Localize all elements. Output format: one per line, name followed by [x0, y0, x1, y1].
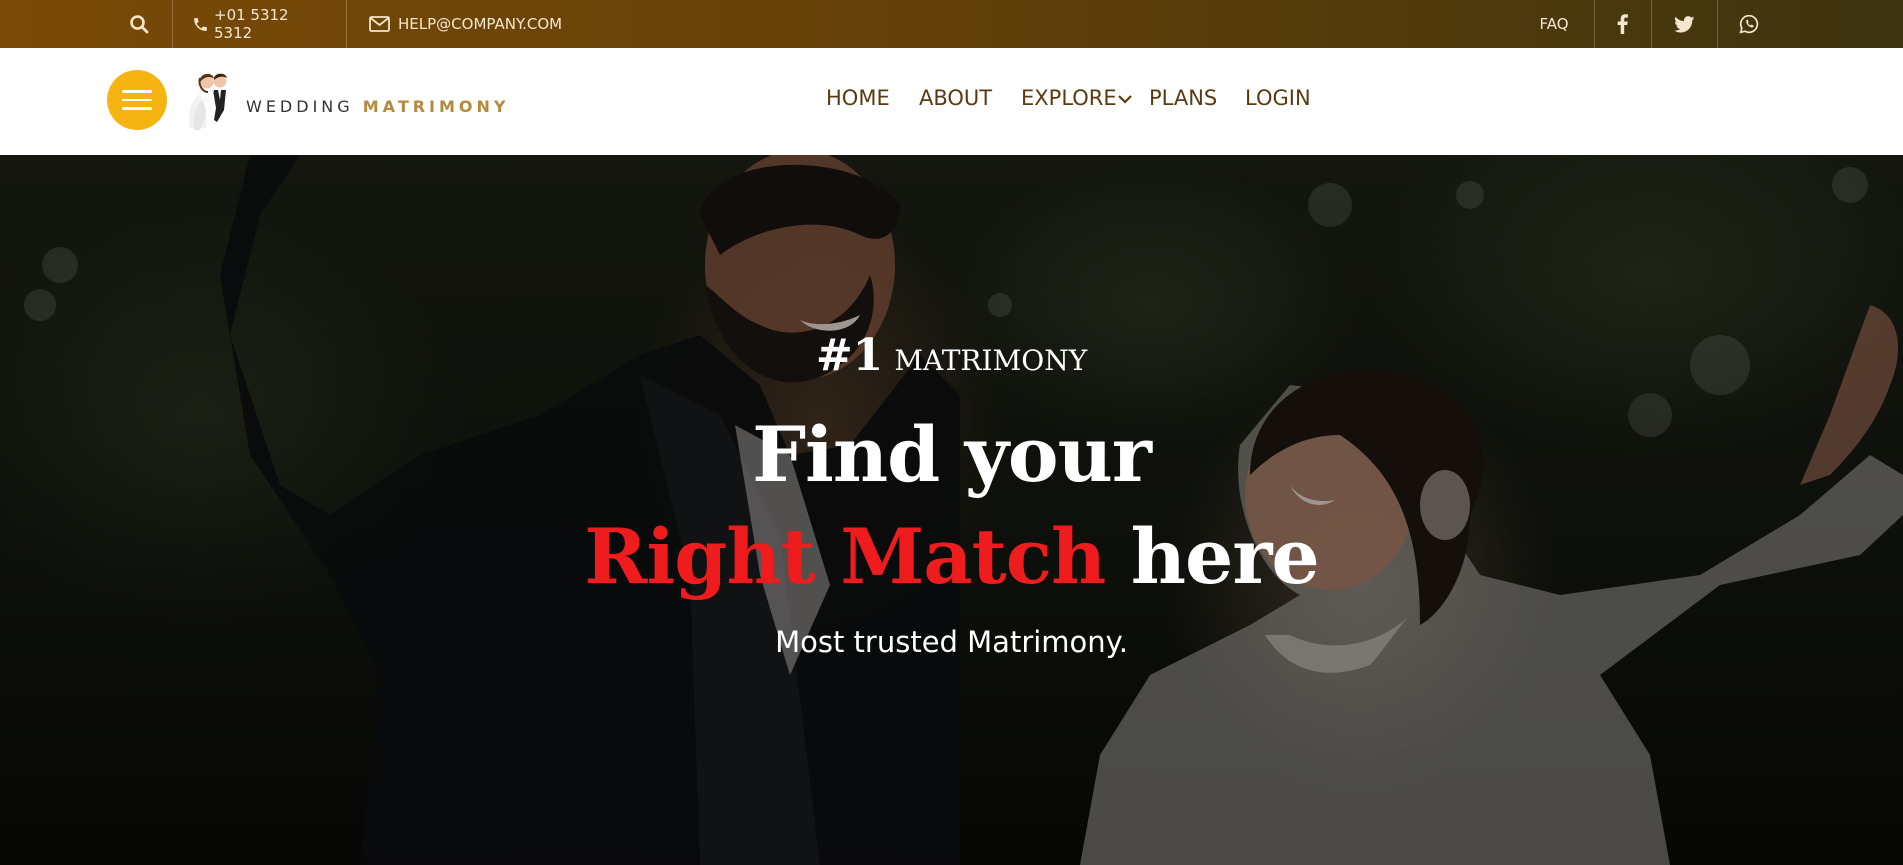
hero-banner: #1 MATRIMONY Find your Right Match here …: [0, 155, 1903, 865]
main-nav: HOME ABOUT EXPLORE PLANS LOGIN: [0, 48, 1903, 155]
nav-about[interactable]: ABOUT: [919, 86, 992, 110]
hero-headline-rest: here: [1130, 512, 1320, 601]
search-button[interactable]: [115, 0, 163, 48]
hero-tagline: #1 MATRIMONY: [0, 330, 1903, 381]
email-address: HELP@COMPANY.COM: [398, 15, 563, 33]
hero-subtitle: Most trusted Matrimony.: [775, 625, 1128, 659]
top-bar: +01 5312 5312 HELP@COMPANY.COM FAQ: [0, 0, 1903, 48]
hero-content: #1 MATRIMONY Find your Right Match here …: [0, 155, 1903, 865]
divider: [172, 0, 173, 48]
whatsapp-icon: [1739, 14, 1759, 34]
nav-explore[interactable]: EXPLORE: [1021, 86, 1117, 110]
hero-headline-line1: Find your: [752, 410, 1152, 499]
hero-rank: #1: [815, 330, 884, 381]
email-link[interactable]: HELP@COMPANY.COM: [369, 0, 589, 48]
twitter-link[interactable]: [1652, 0, 1716, 48]
divider: [346, 0, 347, 48]
phone-link[interactable]: +01 5312 5312: [192, 0, 326, 48]
mail-icon: [369, 16, 390, 32]
search-icon: [129, 14, 149, 34]
facebook-link[interactable]: [1595, 0, 1650, 48]
phone-number: +01 5312 5312: [214, 6, 289, 42]
hero-label: MATRIMONY: [894, 344, 1088, 377]
faq-link[interactable]: FAQ: [1524, 0, 1584, 48]
whatsapp-link[interactable]: [1718, 0, 1780, 48]
nav-plans[interactable]: PLANS: [1149, 86, 1217, 110]
phone-icon: [192, 16, 209, 33]
nav-home[interactable]: HOME: [826, 86, 890, 110]
chevron-down-icon[interactable]: [1117, 93, 1133, 105]
twitter-icon: [1673, 15, 1695, 33]
hero-headline-line2: Right Match here: [0, 507, 1903, 607]
nav-login[interactable]: LOGIN: [1245, 86, 1311, 110]
facebook-icon: [1617, 14, 1628, 34]
hero-headline-accent: Right Match: [584, 512, 1106, 601]
